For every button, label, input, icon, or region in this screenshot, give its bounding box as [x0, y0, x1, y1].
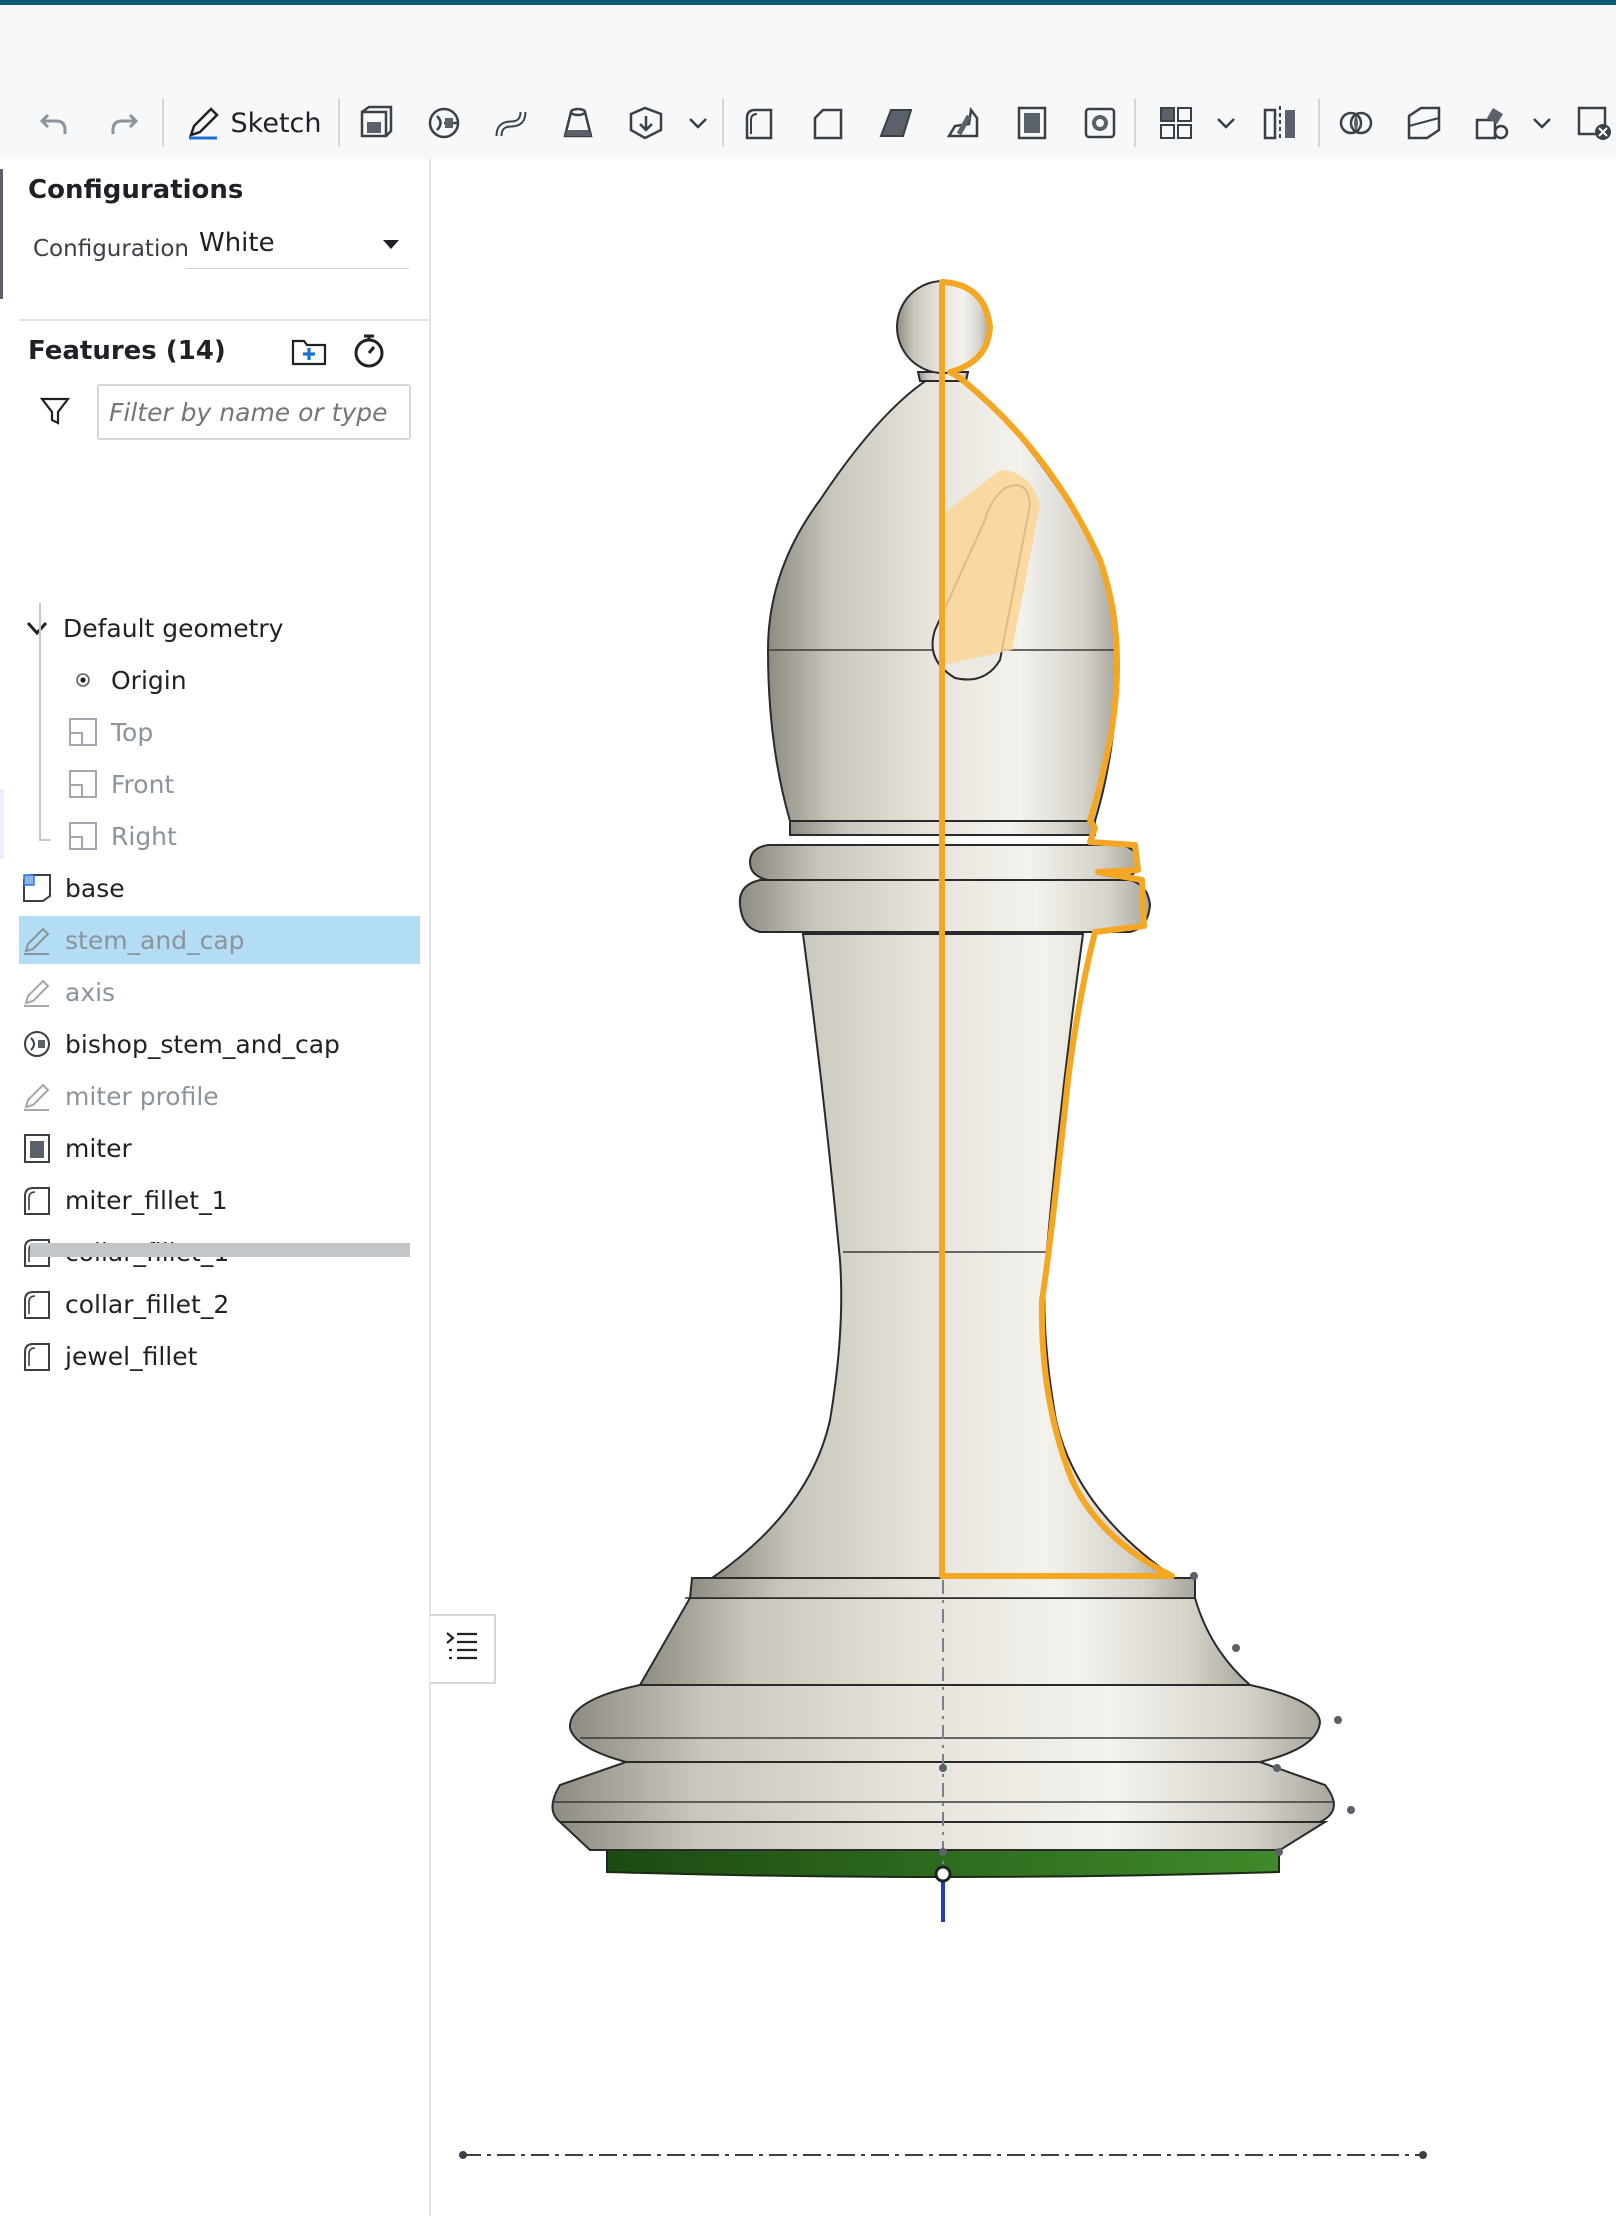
plane-icon	[65, 766, 101, 802]
feature-item-miter[interactable]: miter	[19, 1124, 420, 1172]
tree-item-right-plane[interactable]: Right	[65, 812, 420, 860]
chevron-down-icon	[19, 610, 55, 646]
feature-item-bishop-stem-and-cap[interactable]: bishop_stem_and_cap	[19, 1020, 420, 1068]
feature-toolbar: Sketch	[0, 87, 1616, 160]
feature-item-axis[interactable]: axis	[19, 968, 420, 1016]
left-edge-marker	[0, 789, 4, 859]
feature-item-base[interactable]: base	[19, 864, 420, 912]
feature-item-miter-profile[interactable]: miter profile	[19, 1072, 420, 1120]
feature-item-label: axis	[65, 977, 116, 1007]
feature-item-label: bishop_stem_and_cap	[65, 1029, 340, 1059]
feature-list-toggle-button[interactable]	[430, 1614, 496, 1684]
features-title: Features (14)	[28, 336, 226, 366]
graphics-viewport[interactable]	[431, 159, 1616, 2216]
chevron-down-icon[interactable]	[682, 99, 714, 147]
foot-ring-upper	[568, 1684, 1322, 1763]
feature-item-label: stem_and_cap	[65, 925, 245, 955]
configuration-select[interactable]: White	[185, 224, 409, 269]
tree-item-top-plane[interactable]: Top	[65, 708, 420, 756]
stopwatch-icon	[352, 333, 386, 373]
feature-item-label: base	[65, 873, 125, 903]
plane-icon	[65, 714, 101, 750]
thicken-icon[interactable]	[624, 99, 668, 147]
feature-panel: Configurations Configuration White Featu…	[19, 159, 431, 2216]
skirt	[638, 1597, 1253, 1686]
tree-item-front-plane[interactable]: Front	[65, 760, 420, 808]
chevron-down-icon[interactable]	[1526, 99, 1558, 147]
feature-item-label: miter profile	[65, 1081, 219, 1111]
rollback-timer-button[interactable]	[347, 333, 391, 373]
fillet-icon[interactable]	[738, 99, 782, 147]
shell-icon[interactable]	[1010, 99, 1054, 147]
list-icon	[443, 1628, 481, 1670]
default-geometry-label: Default geometry	[63, 613, 284, 643]
boolean-icon[interactable]	[1334, 99, 1378, 147]
default-geometry-toggle[interactable]: Default geometry	[19, 604, 420, 652]
sketch-icon	[19, 974, 55, 1010]
undo-icon[interactable]	[32, 99, 76, 147]
tree-item-label: Origin	[111, 665, 187, 695]
loft-icon[interactable]	[556, 99, 600, 147]
tree-item-label: Front	[111, 769, 175, 799]
sketch-icon	[19, 1078, 55, 1114]
feature-item-label: collar_fillet_2	[65, 1289, 230, 1319]
sketch-icon	[19, 922, 55, 958]
feature-item-collar-fillet-2[interactable]: collar_fillet_2	[19, 1280, 420, 1328]
filter-icon[interactable]	[39, 395, 71, 431]
pattern-icon[interactable]	[1154, 99, 1198, 147]
configuration-value: White	[199, 228, 275, 258]
redo-icon[interactable]	[102, 99, 146, 147]
horizontal-scrollbar[interactable]	[30, 1243, 410, 1257]
tree-item-origin[interactable]: Origin	[65, 656, 420, 704]
tree-item-label: Right	[111, 821, 177, 851]
hole-icon[interactable]	[1078, 99, 1122, 147]
bishop-model[interactable]	[431, 159, 1616, 2216]
feature-item-miter-fillet-1[interactable]: miter_fillet_1	[19, 1176, 420, 1224]
origin-icon	[65, 662, 101, 698]
revolve-icon[interactable]	[422, 99, 466, 147]
delete-part-icon[interactable]	[1572, 99, 1616, 147]
sketch-button[interactable]: Sketch	[180, 99, 326, 147]
tree-guide-line-end	[39, 839, 51, 841]
fillet-icon	[19, 1182, 55, 1218]
configuration-label: Configuration	[33, 236, 189, 262]
feature-item-label: miter_fillet_1	[65, 1185, 228, 1215]
tree-guide-line	[39, 603, 41, 841]
fillet-icon	[19, 1338, 55, 1374]
chevron-down-icon[interactable]	[1210, 99, 1242, 147]
feature-item-label: jewel_fillet	[65, 1341, 198, 1371]
extrude-icon[interactable]	[354, 99, 398, 147]
panel-divider	[19, 319, 429, 321]
tree-item-label: Top	[111, 717, 154, 747]
origin-marker	[934, 1865, 952, 1883]
transform-icon[interactable]	[1470, 99, 1514, 147]
feature-item-stem-and-cap[interactable]: stem_and_cap	[19, 916, 420, 964]
revolve-icon	[19, 1026, 55, 1062]
left-edge-tab[interactable]	[0, 169, 3, 299]
left-edge-bar	[0, 159, 21, 2216]
extrude-icon	[19, 870, 55, 906]
feature-item-jewel-fillet[interactable]: jewel_fillet	[19, 1332, 420, 1380]
feature-filter-input[interactable]	[97, 384, 411, 440]
top-bar	[0, 5, 1616, 87]
add-folder-icon	[290, 335, 328, 371]
shell-icon	[19, 1130, 55, 1166]
split-icon[interactable]	[1402, 99, 1446, 147]
sketch-icon	[185, 105, 221, 141]
plane-icon	[65, 818, 101, 854]
caret-down-icon	[383, 240, 399, 249]
sketch-label: Sketch	[230, 107, 322, 139]
rib-icon[interactable]	[942, 99, 986, 147]
draft-icon[interactable]	[874, 99, 918, 147]
mirror-icon[interactable]	[1258, 99, 1302, 147]
sweep-icon[interactable]	[490, 99, 534, 147]
add-folder-button[interactable]	[287, 333, 331, 373]
configurations-title: Configurations	[28, 175, 244, 205]
feature-item-label: miter	[65, 1133, 132, 1163]
fillet-icon	[19, 1286, 55, 1322]
chamfer-icon[interactable]	[806, 99, 850, 147]
